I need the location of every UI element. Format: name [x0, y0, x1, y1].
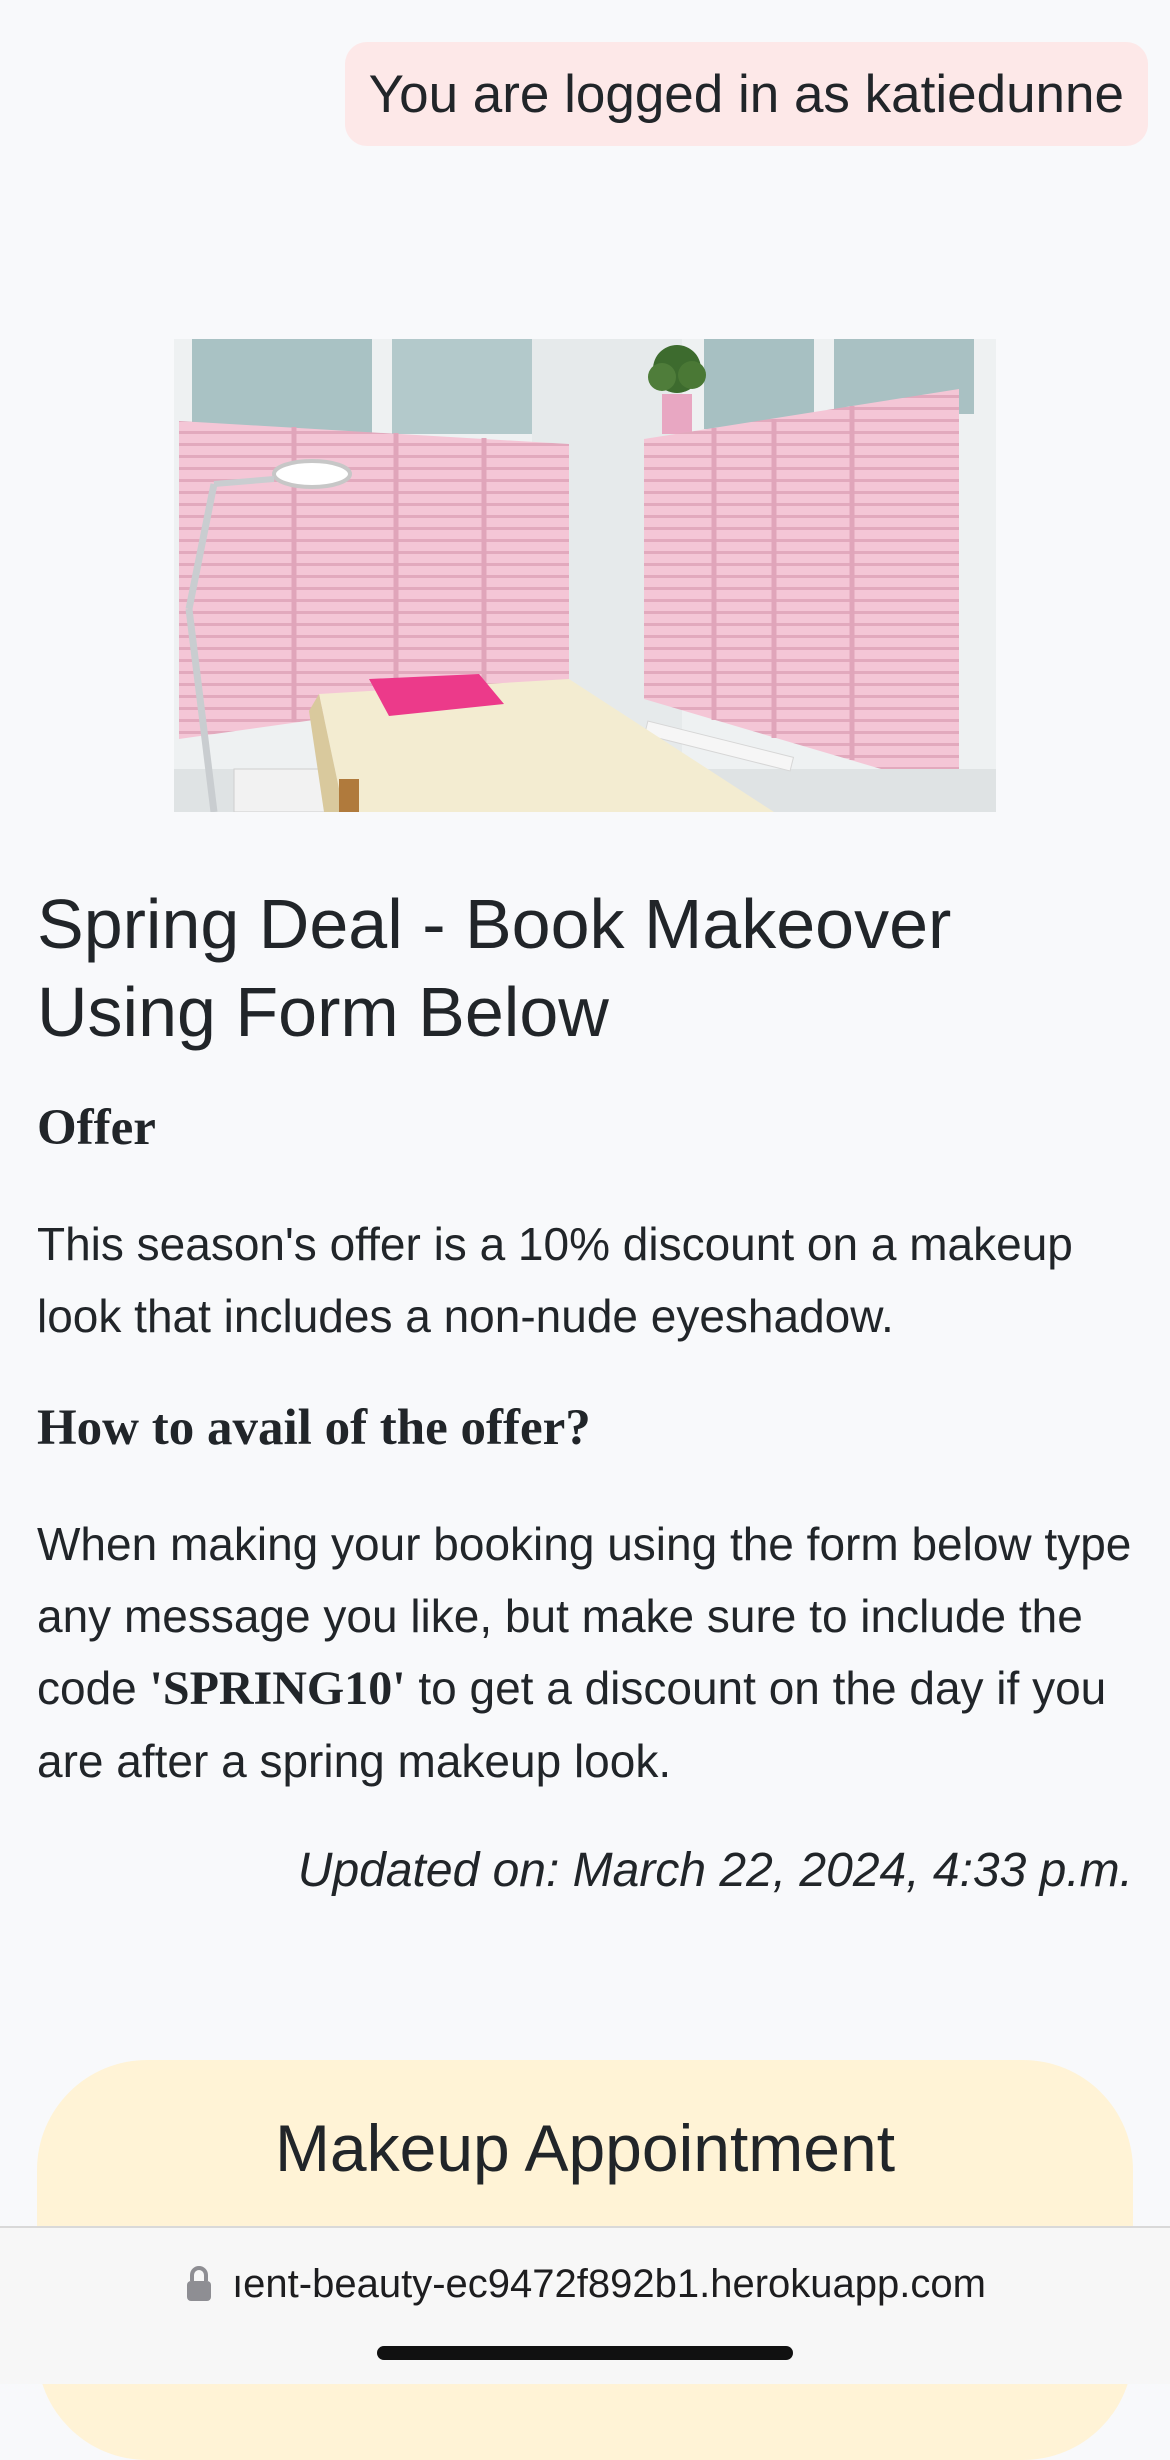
- updated-timestamp: Updated on: March 22, 2024, 4:33 p.m.: [297, 1844, 1133, 1897]
- home-indicator[interactable]: [377, 2346, 793, 2360]
- page-title: Spring Deal - Book Makeover Using Form B…: [37, 885, 952, 1051]
- appointment-title: Makeup Appointment: [274, 2111, 896, 2185]
- lock-icon: [184, 2264, 214, 2304]
- hero-image-beauty-room: [174, 339, 996, 812]
- url-container[interactable]: ıent-beauty-ec9472f892b1.herokuapp.com: [184, 2262, 986, 2307]
- browser-address-bar[interactable]: ıent-beauty-ec9472f892b1.herokuapp.com: [0, 2226, 1170, 2384]
- url-text[interactable]: ıent-beauty-ec9472f892b1.herokuapp.com: [232, 2262, 986, 2307]
- url-row[interactable]: ıent-beauty-ec9472f892b1.herokuapp.com: [0, 2254, 1170, 2314]
- login-status-text: You are logged in as katiedunne: [368, 64, 1124, 124]
- how-to-avail-heading: How to avail of the offer?: [37, 1400, 591, 1456]
- how-to-avail-text: When making your booking using the form …: [37, 1508, 1133, 1797]
- post-content: Spring Deal - Book Makeover Using Form B…: [37, 880, 1133, 1903]
- offer-text: This season's offer is a 10% discount on…: [37, 1218, 1073, 1342]
- login-status-badge: You are logged in as katiedunne: [344, 42, 1148, 146]
- promo-code: 'SPRING10': [149, 1662, 406, 1715]
- offer-heading: Offer: [37, 1100, 156, 1156]
